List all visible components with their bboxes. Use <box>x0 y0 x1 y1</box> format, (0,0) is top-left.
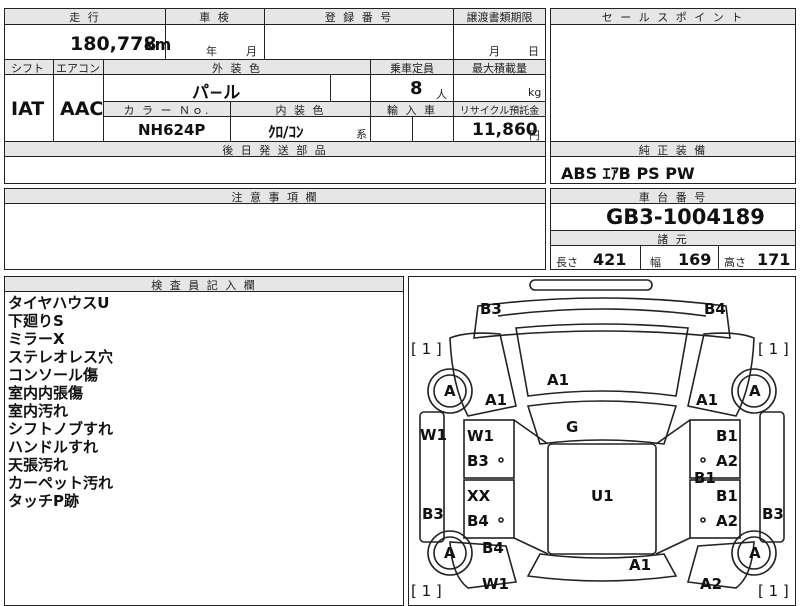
damage-mark: W1 <box>482 575 509 593</box>
damage-mark: A1 <box>696 391 719 409</box>
notes-header: 注 意 事 項 欄 <box>231 191 319 204</box>
color-no-value: NH624P <box>138 121 206 139</box>
transfer-header: 譲渡書類期限 <box>466 11 533 24</box>
damage-mark: B1 <box>716 487 738 505</box>
specs-length-label: 長さ <box>556 256 578 269</box>
damage-mark: G <box>566 418 579 436</box>
damage-mark: U1 <box>591 487 614 505</box>
chassis-number: GB3-1004189 <box>606 205 765 229</box>
import-header: 輸 入 車 <box>387 104 437 117</box>
damage-mark: B3 <box>422 505 444 523</box>
transfer-month-unit: 月 <box>489 45 500 58</box>
inspector-note: シフトノブすれ <box>8 420 114 438</box>
damage-mark: A2 <box>700 575 723 593</box>
shift-value: IAT <box>11 98 45 120</box>
exterior-color-value: パ−ル <box>192 83 241 103</box>
inspector-note: 下廻りS <box>8 312 64 330</box>
inspector-note: 室内内張傷 <box>8 384 84 402</box>
specs-header: 諸 元 <box>657 233 689 246</box>
registration-header: 登 録 番 号 <box>324 11 394 24</box>
divider <box>718 246 719 270</box>
divider <box>264 25 265 59</box>
sales-point-header: セ ー ル ス ポ イ ン ト <box>601 11 745 24</box>
damage-mark: A2 <box>716 512 739 530</box>
damage-mark: B3 <box>762 505 784 523</box>
damage-mark: W1 <box>467 427 494 445</box>
inspector-note: 室内汚れ <box>8 402 69 420</box>
interior-color-header: 内 装 色 <box>275 104 326 117</box>
chassis-header: 車 台 番 号 <box>638 191 708 204</box>
inspection-header: 車 検 <box>199 11 231 24</box>
max-load-unit: kg <box>528 86 542 99</box>
damage-mark: B1 <box>716 427 738 445</box>
inspection-month-unit: 月 <box>246 45 257 58</box>
interior-color-value: ｸﾛ/ｺﾝ <box>268 123 304 141</box>
divider <box>370 117 371 141</box>
damage-mark: B3 <box>467 452 489 470</box>
mileage-unit: km <box>144 35 172 54</box>
interior-color-suffix: 系 <box>356 128 367 141</box>
recycle-value: 11,860 <box>472 120 538 140</box>
damage-mark: B3 <box>480 300 502 318</box>
damage-mark: B4 <box>482 539 504 557</box>
exterior-color-header: 外 装 色 <box>212 62 262 75</box>
inspector-note: ステレオレス穴 <box>8 348 114 366</box>
damage-mark: [ 1 ] <box>758 340 789 358</box>
inspector-note: コンソール傷 <box>8 366 99 384</box>
divider <box>53 75 54 141</box>
inspection-year-unit: 年 <box>206 45 217 58</box>
inspector-note: タイヤハウスU <box>8 294 110 312</box>
capacity-value: 8 <box>410 78 423 99</box>
divider <box>412 117 413 141</box>
tire-mark: A <box>444 544 456 562</box>
inspector-notes-list: タイヤハウスU 下廻りS ミラーX ステレオレス穴 コンソール傷 室内内張傷 室… <box>8 294 113 510</box>
color-no-header: カ ラ ー Ｎｏ. <box>123 104 211 117</box>
mileage-header: 走 行 <box>69 11 101 24</box>
damage-mark: [ 1 ] <box>758 582 789 600</box>
aircon-header: エアコン <box>56 62 100 75</box>
recycle-header: リサイクル預託金 <box>459 106 540 117</box>
divider <box>370 75 371 101</box>
capacity-unit: 人 <box>436 88 447 101</box>
damage-mark: W1 <box>420 426 447 444</box>
equipment-value: ABS ｴｱB PS PW <box>561 164 695 183</box>
damage-mark: [ 1 ] <box>411 582 442 600</box>
tire-mark: A <box>444 382 456 400</box>
damage-mark: A2 <box>716 452 739 470</box>
damage-mark: A1 <box>485 391 508 409</box>
specs-height-value: 171 <box>757 250 791 269</box>
damage-mark: A1 <box>547 371 570 389</box>
damage-mark: B4 <box>467 512 489 530</box>
damage-mark: B4 <box>704 300 726 318</box>
damage-mark: B1 <box>694 469 716 487</box>
tire-mark: A <box>749 544 761 562</box>
damage-mark: XX <box>467 487 491 505</box>
inspector-note: ハンドルすれ <box>8 438 99 456</box>
specs-length-value: 421 <box>593 250 627 269</box>
specs-width-value: 169 <box>678 250 712 269</box>
tire-mark: A <box>749 382 761 400</box>
divider <box>640 246 641 270</box>
specs-height-label: 高さ <box>724 256 746 269</box>
shift-header: シフト <box>11 62 44 75</box>
divider <box>330 75 331 101</box>
divider <box>453 25 454 59</box>
max-load-header: 最大積載量 <box>472 62 527 75</box>
transfer-day-unit: 日 <box>528 45 539 58</box>
damage-mark: A1 <box>629 556 652 574</box>
aircon-value: AAC <box>60 98 104 120</box>
inspector-note: カーペット汚れ <box>8 474 114 492</box>
divider <box>230 117 231 141</box>
inspector-header: 検 査 員 記 入 欄 <box>151 279 257 292</box>
inspector-note: ミラーX <box>8 330 65 348</box>
inspector-note: タッチP跡 <box>8 492 79 510</box>
inspector-note: 天張汚れ <box>8 456 69 474</box>
damage-mark: [ 1 ] <box>411 340 442 358</box>
equipment-header: 純 正 装 備 <box>638 144 708 157</box>
sales-point-box <box>550 8 796 142</box>
specs-width-label: 幅 <box>650 256 661 269</box>
later-parts-header: 後 日 発 送 部 品 <box>222 144 328 157</box>
capacity-header: 乗車定員 <box>390 62 434 75</box>
